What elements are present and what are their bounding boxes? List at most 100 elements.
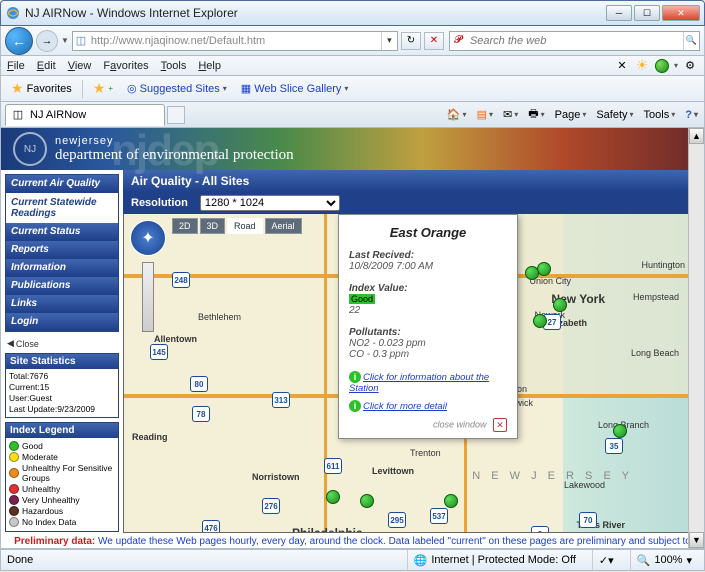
search-provider-icon[interactable]: 𝓟 [450, 33, 466, 49]
resolution-bar: Resolution 1280 * 1024 [123, 192, 704, 214]
status-done: Done [7, 554, 33, 566]
menu-file[interactable]: File [7, 60, 25, 72]
info-icon: i [349, 371, 361, 383]
label-reading: Reading [132, 432, 168, 442]
tab-active[interactable]: ◫ NJ AIRNow [5, 104, 165, 126]
popup-close-button[interactable]: ✕ [493, 418, 507, 432]
address-bar[interactable]: ◫ ▾ [72, 31, 398, 51]
nj-seal-icon: NJ [13, 132, 47, 166]
web-slice-link[interactable]: ▦ Web Slice Gallery ▾ [237, 80, 353, 97]
tab-favicon: ◫ [10, 107, 26, 123]
label-allentown: Allentown [154, 334, 197, 344]
address-input[interactable] [89, 35, 381, 47]
station-popup: East Orange Last Recived: 10/8/2009 7:00… [338, 214, 518, 439]
maximize-button[interactable]: ☐ [634, 5, 660, 21]
forward-button[interactable]: → [36, 30, 58, 52]
print-button[interactable]: 🖶▾ [526, 104, 546, 125]
station-dot[interactable] [553, 298, 567, 312]
status-zoom[interactable]: 🔍 100% ▾ [630, 550, 698, 570]
status-zone[interactable]: 🌐 Internet | Protected Mode: Off [407, 550, 582, 570]
legend-row: Unhealthy For Sensitive Groups [9, 463, 115, 483]
station-dot[interactable] [537, 262, 551, 276]
close-button[interactable]: ✕ [662, 5, 700, 21]
minimize-button[interactable]: ─ [606, 5, 632, 21]
sidebar-item-information[interactable]: Information [6, 259, 118, 277]
map-container[interactable]: New York Philadelphia N E W J E R S E Y … [123, 214, 704, 533]
sidebar-item-reports[interactable]: Reports [6, 241, 118, 259]
status-protected-toggle[interactable]: ✓▾ [592, 550, 620, 570]
legend-dot-icon [9, 484, 19, 494]
mode-3d[interactable]: 3D [200, 218, 226, 234]
address-dropdown[interactable]: ▾ [381, 32, 397, 50]
safety-menu[interactable]: Safety▾ [594, 108, 635, 122]
vertical-scrollbar[interactable]: ▲ ▼ [688, 128, 704, 548]
popup-close-text[interactable]: close window [433, 420, 487, 430]
history-dropdown[interactable]: ▼ [61, 36, 69, 45]
resolution-label: Resolution [131, 197, 188, 209]
sidebar-nav: Current Air Quality Current Statewide Re… [5, 174, 119, 332]
sidebar-item-current-air-quality[interactable]: Current Air Quality [6, 175, 118, 193]
sidebar-item-links[interactable]: Links [6, 295, 118, 313]
mode-2d[interactable]: 2D [172, 218, 198, 234]
station-dot[interactable] [525, 266, 539, 280]
legend-dot-icon [9, 506, 19, 516]
search-bar[interactable]: 𝓟 🔍 [449, 31, 700, 51]
sidebar-item-statewide-readings[interactable]: Current Statewide Readings [6, 193, 118, 223]
map-zoom-slider[interactable] [142, 262, 154, 332]
shield-9: 9 [531, 526, 549, 533]
home-button[interactable]: 🏠▾ [445, 107, 469, 122]
tools-menu[interactable]: Tools▾ [642, 108, 678, 122]
legend-dot-icon [9, 517, 19, 527]
shield-476: 476 [202, 520, 220, 533]
menu-favorites[interactable]: Favorites [103, 60, 148, 72]
tab-bar: ◫ NJ AIRNow 🏠▾ ▤▾ ✉▾ 🖶▾ Page▾ Safety▾ To… [0, 102, 705, 128]
sidebar: Current Air Quality Current Statewide Re… [1, 170, 123, 533]
popup-link-station-info[interactable]: Click for information about the Station [349, 372, 489, 394]
sidebar-item-current-status[interactable]: Current Status [6, 223, 118, 241]
mode-road[interactable]: Road [227, 218, 263, 234]
map-pan-control[interactable] [130, 220, 166, 256]
search-input[interactable] [466, 35, 683, 47]
popup-link-more-detail[interactable]: Click for more detail [363, 401, 447, 412]
preliminary-note: Preliminary data: We update these Web pa… [1, 533, 704, 549]
suggested-sites-link[interactable]: ◎ Suggested Sites ▾ [123, 80, 231, 97]
toolbar-icon-green[interactable] [654, 58, 670, 74]
legend-dot-icon [9, 495, 19, 505]
sidebar-item-login[interactable]: Login [6, 313, 118, 331]
menu-tools[interactable]: Tools [161, 60, 187, 72]
shield-80: 80 [190, 376, 208, 392]
mail-button[interactable]: ✉▾ [501, 107, 520, 122]
page-icon: ◫ [73, 33, 89, 49]
shield-248: 248 [172, 272, 190, 288]
station-dot[interactable] [360, 494, 374, 508]
sidebar-item-publications[interactable]: Publications [6, 277, 118, 295]
stop-button[interactable]: ✕ [424, 32, 444, 50]
toolbar-icon-share[interactable]: ☀ [634, 58, 650, 74]
refresh-button[interactable]: ↻ [401, 32, 421, 50]
search-go[interactable]: 🔍 [683, 32, 699, 50]
legend-label: Moderate [22, 452, 58, 462]
menu-help[interactable]: Help [198, 60, 221, 72]
mode-aerial[interactable]: Aerial [265, 218, 302, 234]
page-menu[interactable]: Page▾ [553, 108, 589, 122]
station-dot[interactable] [613, 424, 627, 438]
sidebar-close-link[interactable]: ◀ Close [5, 336, 119, 353]
new-tab-button[interactable] [167, 106, 185, 124]
resolution-select[interactable]: 1280 * 1024 [200, 195, 340, 211]
toolbar-icon-gear[interactable]: ⚙ [682, 58, 698, 74]
legend-row: Very Unhealthy [9, 495, 115, 505]
station-dot[interactable] [444, 494, 458, 508]
station-dot[interactable] [326, 490, 340, 504]
back-button[interactable]: ← [5, 27, 33, 55]
menu-edit[interactable]: Edit [37, 60, 56, 72]
help-button[interactable]: ?▾ [683, 108, 700, 122]
station-dot[interactable] [533, 314, 547, 328]
popup-pollutant-1: NO2 - 0.023 ppm [349, 338, 507, 349]
favorites-button[interactable]: ★Favorites [7, 78, 76, 99]
toolbar-icon-1[interactable]: ✕ [614, 58, 630, 74]
label-bethlehem: Bethlehem [198, 312, 241, 322]
add-favorite-button[interactable]: ★+ [89, 78, 117, 99]
label-philadelphia: Philadelphia [292, 526, 363, 533]
menu-view[interactable]: View [68, 60, 92, 72]
feeds-button[interactable]: ▤▾ [475, 107, 495, 122]
